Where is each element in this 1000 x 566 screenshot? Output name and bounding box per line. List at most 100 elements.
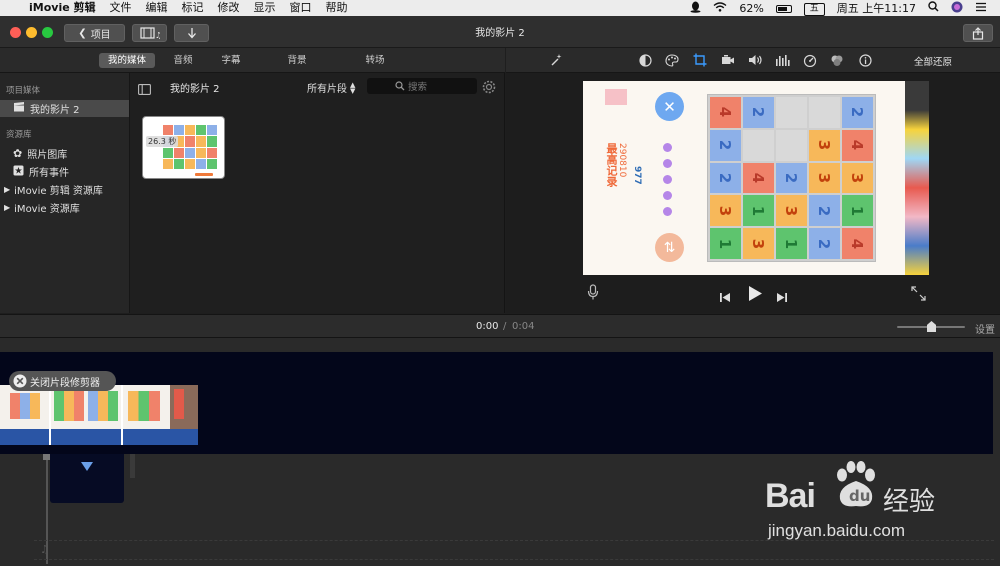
sidebar-item-imovie-library[interactable]: ▶ iMovie 资源库 [0, 199, 129, 216]
game-grid: 4 2 2 2 3 4 2 4 2 3 3 3 1 3 2 1 1 3 1 2 4 [707, 94, 876, 262]
sidebar-item-project[interactable]: 我的影片 2 [0, 100, 129, 117]
search-field[interactable]: 搜索 [367, 78, 477, 94]
close-window-button[interactable] [10, 27, 21, 38]
trim-range-box[interactable] [50, 454, 124, 503]
reset-all-button[interactable]: 全部还原 [914, 54, 952, 68]
game-tile-value: 2 [716, 172, 735, 184]
menu-app-name[interactable]: iMovie 剪辑 [22, 0, 103, 16]
clapperboard-icon [13, 102, 25, 115]
microphone-icon[interactable] [587, 284, 599, 304]
game-tile-value: 3 [815, 172, 834, 184]
game-tile: 3 [842, 162, 873, 194]
play-button[interactable] [747, 285, 763, 306]
battery-percent[interactable]: 62% [734, 2, 768, 15]
minimize-window-button[interactable] [26, 27, 37, 38]
crop-icon[interactable] [692, 52, 708, 68]
menu-view[interactable]: 显示 [247, 0, 283, 16]
fullscreen-expand-icon [911, 286, 926, 301]
game-tile [743, 129, 774, 161]
tab-transitions[interactable]: 转场 [356, 53, 394, 68]
game-tile-value: 3 [749, 238, 768, 249]
gear-icon[interactable] [482, 79, 496, 98]
spotlight-icon[interactable] [923, 1, 944, 15]
trim-start-handle[interactable] [49, 385, 51, 445]
total-time: 0:04 [512, 321, 535, 332]
game-tile-value: 2 [749, 107, 768, 118]
info-icon[interactable] [857, 52, 873, 68]
clip-trimmer-track: 关闭片段修剪器 [0, 352, 993, 454]
film-music-icon: ♫ [139, 27, 160, 39]
menu-edit[interactable]: 编辑 [139, 0, 175, 16]
game-tile-value: 2 [716, 139, 735, 151]
sidebar-toggle-icon[interactable] [138, 80, 151, 99]
menu-modify[interactable]: 修改 [211, 0, 247, 16]
menu-mark[interactable]: 标记 [175, 0, 211, 16]
browser-header: 我的影片 2 所有片段 ▲ ▼ 搜索 [130, 73, 505, 100]
clip-filter-select[interactable]: 所有片段 ▲ ▼ [307, 80, 355, 95]
menu-help[interactable]: 帮助 [319, 0, 355, 16]
close-clip-trimmer-button[interactable]: 关闭片段修剪器 [9, 371, 116, 391]
back-to-projects-button[interactable]: ❮ 项目 [64, 24, 125, 42]
qq-icon[interactable] [685, 1, 706, 16]
share-button[interactable] [963, 24, 993, 42]
color-palette-icon[interactable] [664, 52, 680, 68]
clip-audio-lane [0, 429, 198, 445]
star-box-icon [13, 165, 24, 179]
game-tile: 2 [809, 228, 840, 259]
skip-back-button[interactable] [719, 288, 731, 307]
notification-center-icon[interactable] [970, 2, 992, 15]
trim-end-handle[interactable] [121, 385, 123, 445]
menu-window[interactable]: 窗口 [283, 0, 319, 16]
media-browser: 我的影片 2 所有片段 ▲ ▼ 搜索 26.3 秒 [130, 73, 505, 313]
sidebar-item-all-events[interactable]: 所有事件 [0, 163, 129, 180]
zoom-slider-thumb[interactable] [927, 321, 936, 332]
clip-filmstrip[interactable] [0, 385, 198, 445]
viewer: ✕ 最高记录 290810 977 ⇅ 42223424233313211312… [506, 73, 1000, 313]
volume-icon[interactable] [747, 52, 763, 68]
speed-icon[interactable] [802, 52, 818, 68]
tab-titles[interactable]: 字幕 [212, 53, 250, 68]
svg-text:♫: ♫ [155, 31, 160, 39]
wifi-icon[interactable] [708, 1, 732, 15]
stabilize-icon[interactable] [720, 52, 736, 68]
magic-wand-icon[interactable] [548, 52, 564, 68]
search-placeholder: 搜索 [408, 82, 428, 93]
input-method-icon[interactable]: 五 [799, 1, 830, 16]
game-tile-value: 3 [848, 172, 867, 184]
game-tile-value: 1 [716, 238, 735, 249]
close-game-icon: ✕ [655, 92, 684, 121]
game-tile [809, 97, 840, 128]
current-score: 977 [632, 166, 642, 185]
svg-text:du: du [849, 487, 870, 505]
skip-forward-button[interactable] [776, 288, 788, 307]
adjustments-bar: 全部还原 [506, 48, 1000, 73]
color-balance-icon[interactable] [637, 52, 653, 68]
equalizer-icon[interactable] [774, 52, 790, 68]
game-tile: 3 [809, 129, 840, 161]
clock[interactable]: 周五 上午11:17 [832, 0, 921, 16]
chevron-left-icon: ❮ [78, 27, 87, 39]
sidebar-section-project-media: 项目媒体 [6, 86, 41, 96]
tab-audio[interactable]: 音频 [164, 53, 202, 68]
search-icon [395, 81, 405, 91]
input-method-label: 五 [803, 2, 825, 16]
tab-my-media[interactable]: 我的媒体 [99, 53, 155, 68]
filter-icon[interactable] [829, 52, 845, 68]
siri-icon[interactable] [946, 1, 968, 16]
zoom-slider[interactable] [897, 321, 965, 332]
disclosure-triangle-icon[interactable]: ▶ [4, 185, 10, 194]
game-tile-value: 1 [848, 205, 867, 216]
media-clip-thumbnail[interactable]: 26.3 秒 [142, 116, 225, 179]
fullscreen-button[interactable] [911, 286, 926, 305]
battery-icon[interactable] [771, 2, 797, 15]
sidebar-item-imovie-clips-library[interactable]: ▶ iMovie 剪辑 资源库 [0, 181, 129, 198]
music-note-icon: ♫ [40, 543, 50, 556]
menu-file[interactable]: 文件 [103, 0, 139, 16]
tab-backgrounds[interactable]: 背景 [278, 53, 316, 68]
import-button[interactable] [174, 24, 209, 42]
sidebar-item-photos[interactable]: ✿ 照片图库 [0, 145, 129, 162]
disclosure-triangle-icon[interactable]: ▶ [4, 203, 10, 212]
timeline-settings-button[interactable]: 设置 [975, 321, 995, 336]
media-view-toggle-button[interactable]: ♫ [132, 24, 167, 42]
zoom-window-button[interactable] [42, 27, 53, 38]
